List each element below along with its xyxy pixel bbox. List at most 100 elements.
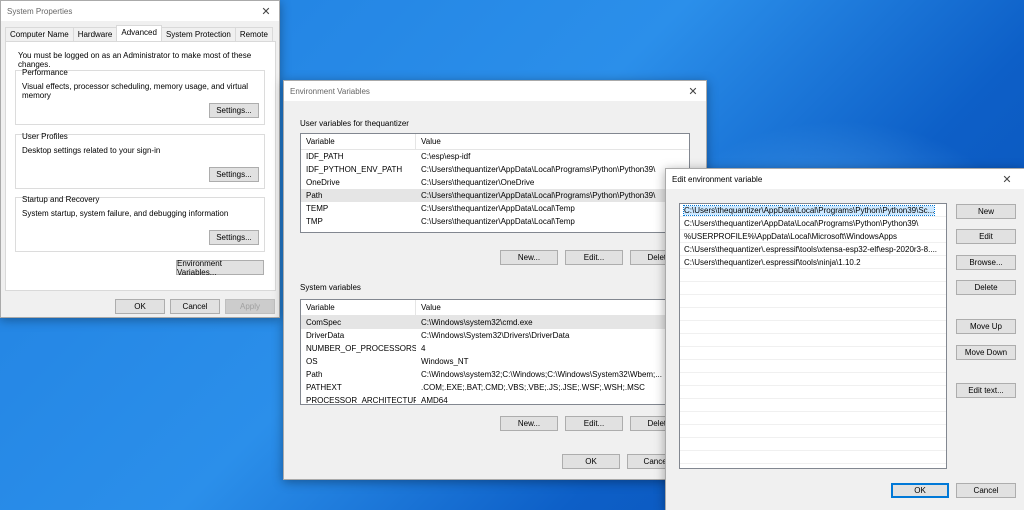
system-properties-titlebar[interactable]: System Properties ✕ bbox=[1, 1, 279, 21]
list-item[interactable] bbox=[680, 282, 946, 295]
list-item[interactable] bbox=[680, 269, 946, 282]
list-item[interactable]: C:\Users\thequantizer\.espressif\tools\x… bbox=[680, 243, 946, 256]
path-entries-list[interactable]: C:\Users\thequantizer\AppData\Local\Prog… bbox=[679, 203, 947, 469]
tab-computer-name[interactable]: Computer Name bbox=[5, 27, 74, 41]
browse-button[interactable]: Browse... bbox=[956, 255, 1016, 270]
value-cell: C:\Windows\system32;C:\Windows;C:\Window… bbox=[421, 370, 662, 379]
table-row[interactable]: NUMBER_OF_PROCESSORS 4 bbox=[301, 342, 689, 355]
table-row[interactable]: TEMP C:\Users\thequantizer\AppData\Local\… bbox=[301, 202, 689, 215]
ok-button[interactable]: OK bbox=[115, 299, 165, 314]
user-edit-button[interactable]: Edit... bbox=[565, 250, 623, 265]
system-variable-rows: ComSpec C:\Windows\system32\cmd.exe Driver… bbox=[301, 316, 689, 405]
value-cell: AMD64 bbox=[421, 396, 448, 405]
window-title: Environment Variables bbox=[290, 86, 370, 96]
variable-cell: IDF_PATH bbox=[306, 152, 344, 161]
list-item[interactable] bbox=[680, 373, 946, 386]
edit-environment-variable-window: Edit environment variable ✕ C:\Users\the… bbox=[665, 168, 1024, 510]
admin-notice: You must be logged on as an Administrato… bbox=[18, 51, 252, 69]
performance-settings-button[interactable]: Settings... bbox=[209, 103, 259, 118]
new-entry-button[interactable]: New bbox=[956, 204, 1016, 219]
list-item[interactable] bbox=[680, 308, 946, 321]
close-icon[interactable]: ✕ bbox=[994, 169, 1020, 189]
variable-cell: TMP bbox=[306, 217, 323, 226]
environment-variables-titlebar[interactable]: Environment Variables ✕ bbox=[284, 81, 706, 101]
system-variables-list[interactable]: Variable Value ComSpec C:\Windows\system3… bbox=[300, 299, 690, 405]
table-row[interactable]: IDF_PATH C:\esp\esp-idf bbox=[301, 150, 689, 163]
column-header-variable[interactable]: Variable bbox=[301, 134, 416, 149]
delete-entry-button[interactable]: Delete bbox=[956, 280, 1016, 295]
value-cell: Windows_NT bbox=[421, 357, 469, 366]
value-cell: C:\Users\thequantizer\AppData\Local\Temp bbox=[421, 204, 575, 213]
table-row[interactable]: OneDrive C:\Users\thequantizer\OneDrive bbox=[301, 176, 689, 189]
edit-text-button[interactable]: Edit text... bbox=[956, 383, 1016, 398]
list-item[interactable]: C:\Users\thequantizer\AppData\Local\Prog… bbox=[680, 217, 946, 230]
move-down-button[interactable]: Move Down bbox=[956, 345, 1016, 360]
table-row[interactable]: Path C:\Users\thequantizer\AppData\Local\… bbox=[301, 189, 689, 202]
table-row[interactable]: TMP C:\Users\thequantizer\AppData\Local\T… bbox=[301, 215, 689, 228]
list-item[interactable] bbox=[680, 451, 946, 464]
ok-button[interactable]: OK bbox=[562, 454, 620, 469]
variable-cell: IDF_PYTHON_ENV_PATH bbox=[306, 165, 403, 174]
close-icon[interactable]: ✕ bbox=[253, 1, 279, 21]
column-header-value[interactable]: Value bbox=[416, 300, 689, 315]
list-item[interactable] bbox=[680, 412, 946, 425]
variable-cell: TEMP bbox=[306, 204, 329, 213]
user-profiles-desc: Desktop settings related to your sign-in bbox=[22, 146, 161, 155]
list-item[interactable] bbox=[680, 347, 946, 360]
close-icon[interactable]: ✕ bbox=[680, 81, 706, 101]
table-row[interactable]: DriverData C:\Windows\System32\Drivers\Dr… bbox=[301, 329, 689, 342]
table-row[interactable]: OS Windows_NT bbox=[301, 355, 689, 368]
tab-advanced[interactable]: Advanced bbox=[116, 25, 162, 41]
table-row[interactable]: PATHEXT .COM;.EXE;.BAT;.CMD;.VBS;.VBE;.JS… bbox=[301, 381, 689, 394]
move-up-button[interactable]: Move Up bbox=[956, 319, 1016, 334]
variable-cell: PROCESSOR_ARCHITECTURE bbox=[306, 396, 416, 405]
list-item[interactable] bbox=[680, 386, 946, 399]
cancel-button[interactable]: Cancel bbox=[956, 483, 1016, 498]
variable-cell: OS bbox=[306, 357, 318, 366]
value-cell: C:\esp\esp-idf bbox=[421, 152, 471, 161]
path-entry-text: C:\Users\thequantizer\AppData\Local\Prog… bbox=[682, 205, 936, 216]
table-row[interactable]: IDF_PYTHON_ENV_PATH C:\Users\thequantizer… bbox=[301, 163, 689, 176]
variable-cell: NUMBER_OF_PROCESSORS bbox=[306, 344, 416, 353]
startup-recovery-settings-button[interactable]: Settings... bbox=[209, 230, 259, 245]
ok-button[interactable]: OK bbox=[891, 483, 949, 498]
variable-cell: PATHEXT bbox=[306, 383, 342, 392]
value-cell: C:\Windows\system32\cmd.exe bbox=[421, 318, 533, 327]
table-row[interactable]: PROCESSOR_ARCHITECTURE AMD64 bbox=[301, 394, 689, 405]
user-variables-list[interactable]: Variable Value IDF_PATH C:\esp\esp-idf IDF… bbox=[300, 133, 690, 233]
startup-recovery-group: Startup and Recovery System startup, sys… bbox=[15, 195, 265, 252]
path-entry-text: %USERPROFILE%\AppData\Local\Microsoft\Wi… bbox=[684, 232, 897, 241]
column-header-variable[interactable]: Variable bbox=[301, 300, 416, 315]
tab-system-protection[interactable]: System Protection bbox=[160, 27, 236, 41]
cancel-button[interactable]: Cancel bbox=[170, 299, 220, 314]
list-item[interactable] bbox=[680, 438, 946, 451]
table-row[interactable]: ComSpec C:\Windows\system32\cmd.exe bbox=[301, 316, 689, 329]
path-entry-text: C:\Users\thequantizer\AppData\Local\Prog… bbox=[684, 219, 919, 228]
list-item[interactable] bbox=[680, 295, 946, 308]
tab-hardware[interactable]: Hardware bbox=[72, 27, 118, 41]
tab-strip: Computer Name Hardware Advanced System P… bbox=[5, 25, 273, 41]
list-item[interactable] bbox=[680, 360, 946, 373]
variable-cell: OneDrive bbox=[306, 178, 340, 187]
environment-variables-button[interactable]: Environment Variables... bbox=[176, 259, 264, 277]
system-edit-button[interactable]: Edit... bbox=[565, 416, 623, 431]
table-row[interactable]: Path C:\Windows\system32;C:\Windows;C:\Wi… bbox=[301, 368, 689, 381]
list-item[interactable] bbox=[680, 425, 946, 438]
value-cell: C:\Users\thequantizer\OneDrive bbox=[421, 178, 535, 187]
apply-button[interactable]: Apply bbox=[225, 299, 275, 314]
edit-env-titlebar[interactable]: Edit environment variable ✕ bbox=[666, 169, 1024, 189]
list-item[interactable] bbox=[680, 399, 946, 412]
user-profiles-settings-button[interactable]: Settings... bbox=[209, 167, 259, 182]
list-item[interactable]: C:\Users\thequantizer\AppData\Local\Prog… bbox=[680, 204, 946, 217]
list-item[interactable] bbox=[680, 321, 946, 334]
startup-recovery-title: Startup and Recovery bbox=[22, 195, 100, 204]
system-variables-label: System variables bbox=[300, 283, 361, 292]
list-item[interactable]: %USERPROFILE%\AppData\Local\Microsoft\Wi… bbox=[680, 230, 946, 243]
list-item[interactable] bbox=[680, 334, 946, 347]
list-item[interactable]: C:\Users\thequantizer\.espressif\tools\n… bbox=[680, 256, 946, 269]
tab-remote[interactable]: Remote bbox=[234, 27, 273, 41]
column-header-value[interactable]: Value bbox=[416, 134, 689, 149]
system-new-button[interactable]: New... bbox=[500, 416, 558, 431]
edit-entry-button[interactable]: Edit bbox=[956, 229, 1016, 244]
user-new-button[interactable]: New... bbox=[500, 250, 558, 265]
